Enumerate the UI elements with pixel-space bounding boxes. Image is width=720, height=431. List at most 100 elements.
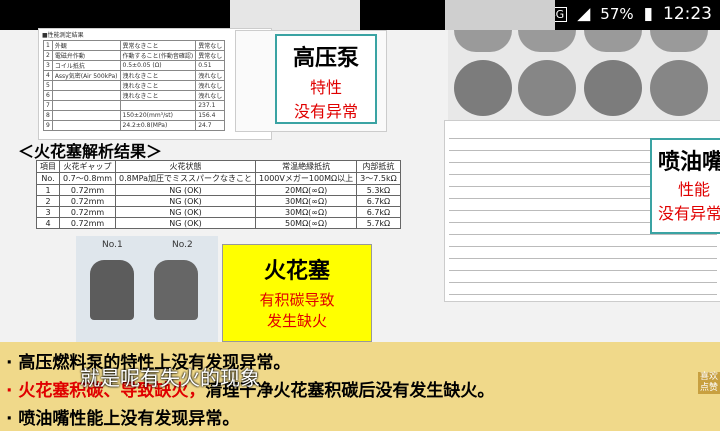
spec-table-cell: [119, 100, 197, 111]
spec-table-cell: [51, 100, 121, 111]
spec-table-cell: 1: [43, 40, 53, 51]
spark-table-cell: 30MΩ(∞Ω): [255, 195, 358, 207]
spark-table-cell: NG (OK): [115, 184, 257, 196]
spark-table-cell: 内部抵抗: [356, 160, 401, 173]
spark-table-cell: 0.72mm: [58, 195, 117, 207]
spark-table-cell: NG (OK): [115, 206, 257, 218]
spec-table-row: 7 237.1: [43, 100, 226, 111]
injector-photo: [650, 30, 708, 52]
spec-table-cell: 0.5±0.05 (Ω): [119, 60, 197, 71]
spark-table-cell: 0.72mm: [58, 206, 117, 218]
spec-table-row: 8 150±20(mm³/st) 156.4: [43, 110, 226, 121]
spec-table-cell: 作動すること(作動音確認): [119, 50, 197, 61]
slide-thumbnail-top: [230, 0, 360, 30]
spec-table-cell: [51, 120, 121, 131]
spec-table-row: 5 洩れなきこと 洩れなし: [43, 80, 226, 91]
slide-content: ■性能測定結果 1 外観 異常なきこと 異常なし 2 電磁弁作動 作動すること(作動音確認)…: [0, 28, 720, 342]
spec-table-cell: コイル抵抗: [51, 60, 121, 71]
video-subtitle: 就是呢有失火的现象: [80, 366, 260, 390]
spark-table-cell: 0.7～0.8mm: [58, 172, 117, 185]
spec-table-row: 1 外観 異常なきこと 異常なし: [43, 40, 226, 51]
spec-table-cell: 異常なし: [195, 50, 226, 61]
injector-photo: [454, 60, 512, 116]
spark-table: 項目 火花ギャップ 火花状態 常温絶縁抵抗 内部抵抗 No. 0.7～0.8mm 0.8MPa…: [36, 160, 401, 229]
spec-table-cell: [51, 90, 121, 101]
callout-injector-line2: 没有异常: [658, 204, 720, 223]
spec-table-row: 2 電磁弁作動 作動すること(作動音確認) 異常なし: [43, 50, 226, 61]
spark-plug-2: [154, 260, 198, 320]
callout-pump: 高压泵 特性 没有异常: [275, 34, 377, 124]
spec-table-row: 6 洩れなきこと 洩れなし: [43, 90, 226, 101]
spec-table-cell: 電磁弁作動: [51, 50, 121, 61]
spec-table-cell: 洩れなし: [195, 70, 226, 81]
injector-photo: [584, 60, 642, 116]
spark-table-cell: 20MΩ(∞Ω): [255, 184, 358, 196]
spec-table-cell: 洩れなし: [195, 90, 226, 101]
spec-table-cell: 6: [43, 90, 53, 101]
spec-table-cell: 洩れなきこと: [119, 70, 197, 81]
spark-table-cell: 0.72mm: [58, 217, 117, 229]
spec-table-cell: 3: [43, 60, 53, 71]
spark-plug-1: [90, 260, 134, 320]
injector-photo: [584, 30, 642, 52]
spec-table-cell: 8: [43, 110, 53, 121]
spark-table-cell: No.: [36, 172, 60, 185]
signal-icon: ◢: [577, 4, 591, 24]
spark-table-row: 1 0.72mm NG (OK) 20MΩ(∞Ω) 5.3kΩ: [36, 184, 401, 196]
spec-table-cell: 0.51: [195, 60, 226, 71]
spec-table-row: 9 24.2±0.8(MPa) 24.7: [43, 120, 226, 131]
spec-table-cell: 7: [43, 100, 53, 111]
spec-table-cell: 4: [43, 70, 53, 81]
bottom-caption-panel: · 高压燃料泵的特性上没有发现异常。 · 火花塞积碳、导致缺火，清理干净火花塞积…: [0, 342, 720, 431]
spec-table-row: 3 コイル抵抗 0.5±0.05 (Ω) 0.51: [43, 60, 226, 71]
spark-table-cell: 5.7kΩ: [356, 217, 401, 229]
spec-table-cell: Assy気密(Air 500kPa): [51, 70, 121, 81]
spark-table-cell: 1: [36, 184, 60, 196]
callout-pump-line1: 特性: [309, 78, 342, 97]
spark-table-cell: 火花状態: [115, 160, 257, 173]
spec-table-row: 4 Assy気密(Air 500kPa) 洩れなきこと 洩れなし: [43, 70, 226, 81]
spark-table-cell: 30MΩ(∞Ω): [255, 206, 358, 218]
plug-label-2: No.2: [172, 240, 193, 250]
spark-table-cell: 常温絶縁抵抗: [255, 160, 358, 173]
spec-table-cell: 洩れなし: [195, 80, 226, 91]
spark-table-cell: 6.7kΩ: [356, 195, 401, 207]
spark-table-cell: 0.8MPa加圧でミススパークなきこと: [115, 172, 257, 185]
spark-table-cell: 1000Vメガー100MΩ以上: [255, 172, 358, 185]
spark-heading: ＜火花塞解析结果＞: [18, 142, 163, 161]
spec-table-cell: [51, 80, 121, 91]
callout-pump-line2: 没有异常: [293, 102, 358, 121]
spark-table-row: 4 0.72mm NG (OK) 50MΩ(∞Ω) 5.7kΩ: [36, 217, 401, 229]
status-bar: ▯ ⏰ 4G ◢ 57% ▮ 12:23: [0, 0, 720, 30]
spark-table-cell: NG (OK): [115, 195, 257, 207]
battery-text: 57%: [600, 5, 634, 23]
spark-table-cell: 4: [36, 217, 60, 229]
spark-table-row: 3 0.72mm NG (OK) 30MΩ(∞Ω) 6.7kΩ: [36, 206, 401, 218]
caption-line-3: · 喷油嘴性能上没有发现异常。: [6, 409, 240, 429]
callout-spark-title: 火花塞: [263, 259, 330, 284]
injector-photo: [518, 60, 576, 116]
spec-table-cell: 237.1: [195, 100, 226, 111]
spark-plug-photo: No.1 No.2: [76, 236, 218, 342]
spark-table-cell: 項目: [36, 160, 60, 173]
spec-table-cell: 洩れなきこと: [119, 90, 197, 101]
spec-table: 1 外観 異常なきこと 異常なし 2 電磁弁作動 作動すること(作動音確認) 異常なし 3 コイル…: [43, 40, 226, 131]
callout-spark-line1: 有积碳导致: [259, 291, 335, 309]
spec-table-cell: 外観: [51, 40, 121, 51]
spark-table-cell: 3～7.5kΩ: [356, 172, 401, 185]
photo-thumbnail-top: [445, 0, 555, 30]
spec-table-cell: 156.4: [195, 110, 226, 121]
injector-photo: [650, 60, 708, 116]
spark-table-cell: 0.72mm: [58, 184, 117, 196]
callout-spark-line2: 发生缺火: [266, 312, 327, 330]
callout-injector: 喷油嘴 性能 没有异常: [650, 138, 720, 234]
spec-table-cell: 9: [43, 120, 53, 131]
spark-table-cell: 火花ギャップ: [58, 160, 117, 173]
spark-document: 項目 火花ギャップ 火花状態 常温絶縁抵抗 内部抵抗 No. 0.7～0.8mm 0.8MPa…: [36, 160, 401, 229]
spark-table-cell: 3: [36, 206, 60, 218]
callout-injector-line1: 性能: [678, 180, 711, 199]
spec-table-cell: 2: [43, 50, 53, 61]
spark-table-subheader: No. 0.7～0.8mm 0.8MPa加圧でミススパークなきこと 1000Vメガー1…: [36, 172, 401, 185]
corner-watermark: 喜欢点赞: [698, 372, 720, 394]
callout-injector-title: 喷油嘴: [658, 150, 720, 175]
